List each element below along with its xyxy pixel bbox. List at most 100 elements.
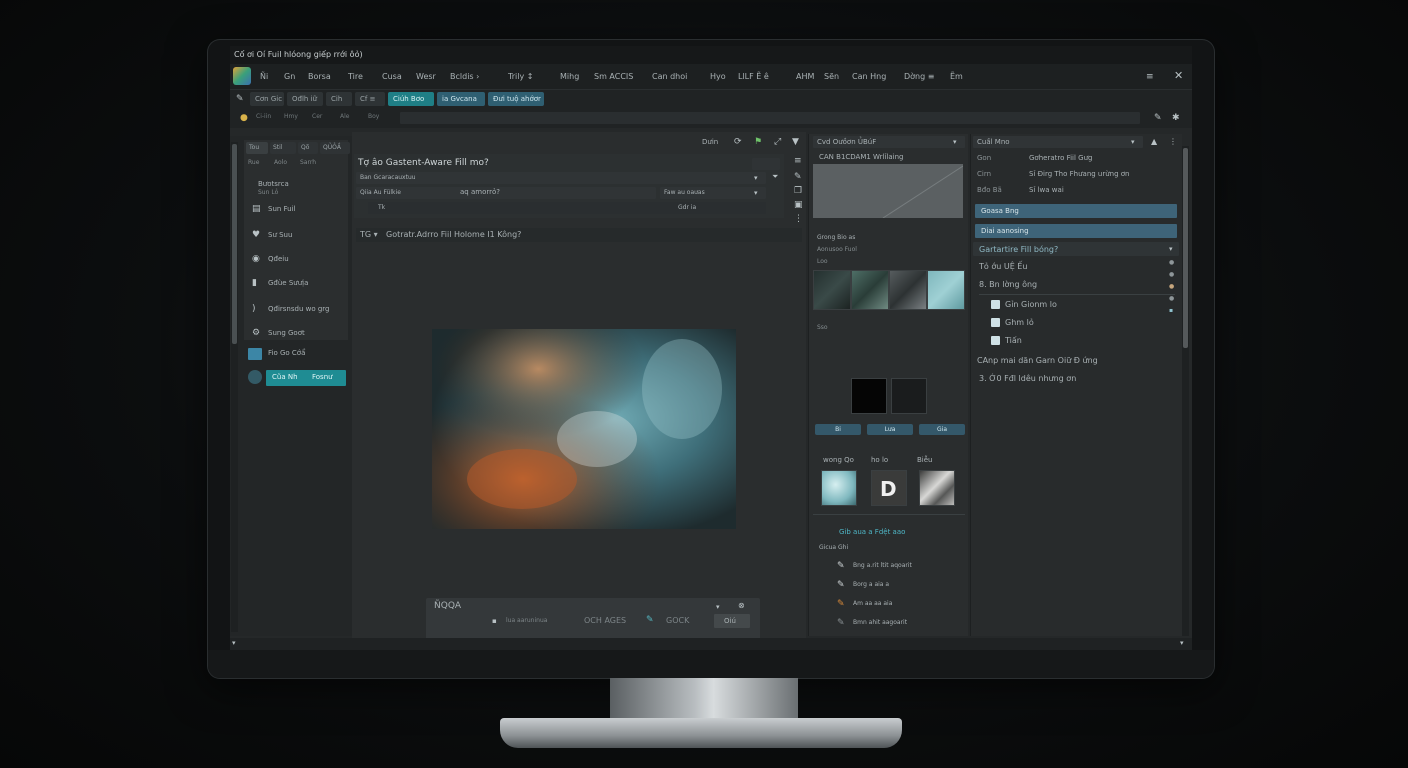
texture-swatch-2[interactable]: [851, 270, 889, 310]
options-field[interactable]: [400, 112, 1140, 124]
tools-icon[interactable]: ✎: [236, 94, 244, 104]
generate-button[interactable]: Oiú: [714, 614, 750, 628]
option-item[interactable]: Ci-iin: [256, 113, 271, 120]
menu-item[interactable]: Bcldis ›: [450, 72, 479, 81]
right-scrollbar[interactable]: [1182, 146, 1189, 636]
left-sub-tab[interactable]: Aolo: [274, 159, 287, 166]
menu-item[interactable]: Trily ↕: [508, 72, 533, 81]
close-icon[interactable]: ⊗: [738, 601, 745, 611]
dialog-row-1[interactable]: Ban Gcaracauxtuu ▾: [356, 172, 766, 184]
properties-button[interactable]: Lưa: [867, 424, 913, 435]
dialog-row-2[interactable]: Qiia Au Fülkie aq amorrỏ?: [356, 187, 656, 199]
chevron-down-icon[interactable]: ▾: [1180, 638, 1184, 648]
chevron-down-icon[interactable]: ▾: [232, 638, 236, 648]
brush-tool-item[interactable]: ✎ Am aa aa aia: [837, 598, 965, 612]
properties-button[interactable]: Bi: [815, 424, 861, 435]
menu-item[interactable]: Sm ACCIS: [594, 72, 633, 81]
list-icon[interactable]: ≡: [794, 156, 802, 166]
pen-icon[interactable]: ✎: [1154, 113, 1162, 123]
layer-check-item[interactable]: Tiấn: [991, 334, 1171, 348]
menu-item[interactable]: Can Hng: [852, 72, 886, 81]
prompt-bar[interactable]: TG ▾ Gotratr.Adrro Fiil Holome I1 Kông?: [356, 228, 802, 242]
left-tool-item[interactable]: ♥ Sư Suu: [250, 228, 346, 244]
lock-icon[interactable]: ▣: [794, 200, 803, 210]
left-tab[interactable]: Tou: [246, 142, 268, 154]
texture-swatch-1[interactable]: [813, 270, 851, 310]
left-tool-item[interactable]: ) Qđirsnsdu wo grg: [250, 302, 346, 318]
layers-header-select[interactable]: Cuầl Mno ▾: [973, 136, 1143, 148]
option-item[interactable]: Ale: [340, 113, 349, 120]
property-value[interactable]: Sỉ lwa wai: [1029, 186, 1064, 194]
chevron-down-icon[interactable]: ▾: [716, 602, 720, 612]
dialog-row-2-select[interactable]: Faw au oaưas ▾: [660, 187, 766, 199]
property-value[interactable]: Gơheratro Fiil Gưg: [1029, 154, 1092, 162]
flag-icon[interactable]: ⚑: [754, 137, 762, 147]
left-tool-item[interactable]: ⚙ Sung Goơt: [250, 326, 346, 342]
fill-section-header[interactable]: Gartartire Fill bóng? ▾: [973, 242, 1179, 256]
properties-header-select[interactable]: Cvd Oưồơn ỦBúF ▾: [813, 136, 965, 148]
option-item[interactable]: Cer: [312, 113, 322, 120]
settings-icon[interactable]: ✱: [1172, 113, 1180, 123]
close-icon[interactable]: ✕: [1174, 70, 1183, 81]
left-tool-item[interactable]: ▮ Gđùe Sưưịa: [250, 276, 346, 292]
lock-icon[interactable]: ▲: [1151, 137, 1157, 147]
properties-button[interactable]: Gia: [919, 424, 965, 435]
left-tab[interactable]: Stil: [270, 142, 296, 154]
left-tool-item[interactable]: ▤ Sun Fuil: [250, 202, 346, 218]
dialog-field[interactable]: [752, 158, 780, 170]
left-sub-tab[interactable]: Rue: [248, 159, 259, 166]
left-tab[interactable]: Qõ: [298, 142, 318, 154]
thumbnail-1[interactable]: [821, 470, 857, 506]
teal-action-button[interactable]: Cũa Nh Fosnư: [266, 370, 346, 386]
app-logo-icon[interactable]: [233, 67, 251, 85]
toolbar-button[interactable]: ia Gvcana: [437, 92, 485, 106]
menu-item[interactable]: Sẽn: [824, 72, 839, 81]
more-icon[interactable]: ⋮: [1169, 137, 1177, 147]
left-sub-tab[interactable]: Sarrh: [300, 159, 316, 166]
brush-tool-item[interactable]: ✎ Bmn ahit aagoarit: [837, 617, 965, 631]
left-scrollbar[interactable]: [231, 142, 238, 632]
right-scroll-thumb[interactable]: [1183, 148, 1188, 348]
dialog-row-3[interactable]: Tk Gdr ia: [368, 202, 766, 214]
menu-item[interactable]: Mihg: [560, 72, 579, 81]
toolbar-button[interactable]: Cih: [326, 92, 352, 106]
thumbnail-3[interactable]: [919, 470, 955, 506]
checkbox-icon[interactable]: [991, 300, 1000, 309]
left-tool-item[interactable]: ◉ Qđeiu: [250, 252, 346, 268]
thumbnail-2[interactable]: D: [871, 470, 907, 506]
canvas-image[interactable]: [432, 329, 736, 529]
toolbar-button[interactable]: Đưi tuộ ahớơr: [488, 92, 544, 106]
toolbar-button[interactable]: Cf ≡: [355, 92, 385, 106]
left-tab[interactable]: QỦỎẦ: [320, 142, 350, 154]
menu-item[interactable]: Dờng ≡: [904, 72, 934, 81]
refresh-icon[interactable]: ⟳: [734, 137, 742, 147]
gradient-preview[interactable]: [813, 164, 963, 218]
funnel-icon[interactable]: ⏷: [772, 172, 778, 182]
texture-swatch-3[interactable]: [889, 270, 927, 310]
brush-tool-item[interactable]: ✎ Borg a aia a: [837, 579, 965, 593]
dark-swatch[interactable]: [891, 378, 927, 414]
menu-item[interactable]: LlLF Ẽ ê: [738, 72, 769, 81]
copy-icon[interactable]: ❐: [794, 186, 802, 196]
menu-item[interactable]: Tire: [348, 72, 363, 81]
option-item[interactable]: Hmy: [284, 113, 298, 120]
wand-icon[interactable]: ⤢: [774, 137, 781, 147]
brush-icon[interactable]: ✎: [646, 615, 654, 625]
menu-item[interactable]: Wesr: [416, 72, 436, 81]
checkbox-icon[interactable]: [991, 336, 1000, 345]
pen-icon[interactable]: ✎: [794, 172, 802, 182]
toolbar-button[interactable]: Ciúh Bơo: [388, 92, 434, 106]
option-item[interactable]: Boy: [368, 113, 379, 120]
brush-tool-item[interactable]: ✎ Bng a.rit ltit aqoarit: [837, 560, 965, 574]
layer-check-item[interactable]: Gỉn Gionm lo: [991, 298, 1171, 312]
checkbox-icon[interactable]: [991, 318, 1000, 327]
menu-item[interactable]: Hyo: [710, 72, 726, 81]
menu-item[interactable]: AHM: [796, 72, 814, 81]
bottom-item-label[interactable]: Fio Go Cớẩ: [268, 349, 305, 357]
top-tool-label[interactable]: Dưin: [702, 138, 718, 146]
menu-item[interactable]: Gn: [284, 72, 295, 81]
layer-bar-b[interactable]: Diai aanosing: [975, 224, 1177, 238]
texture-swatch-4[interactable]: [927, 270, 965, 310]
layer-check-item[interactable]: Ghm lỏ: [991, 316, 1171, 330]
left-scroll-thumb[interactable]: [232, 144, 237, 344]
